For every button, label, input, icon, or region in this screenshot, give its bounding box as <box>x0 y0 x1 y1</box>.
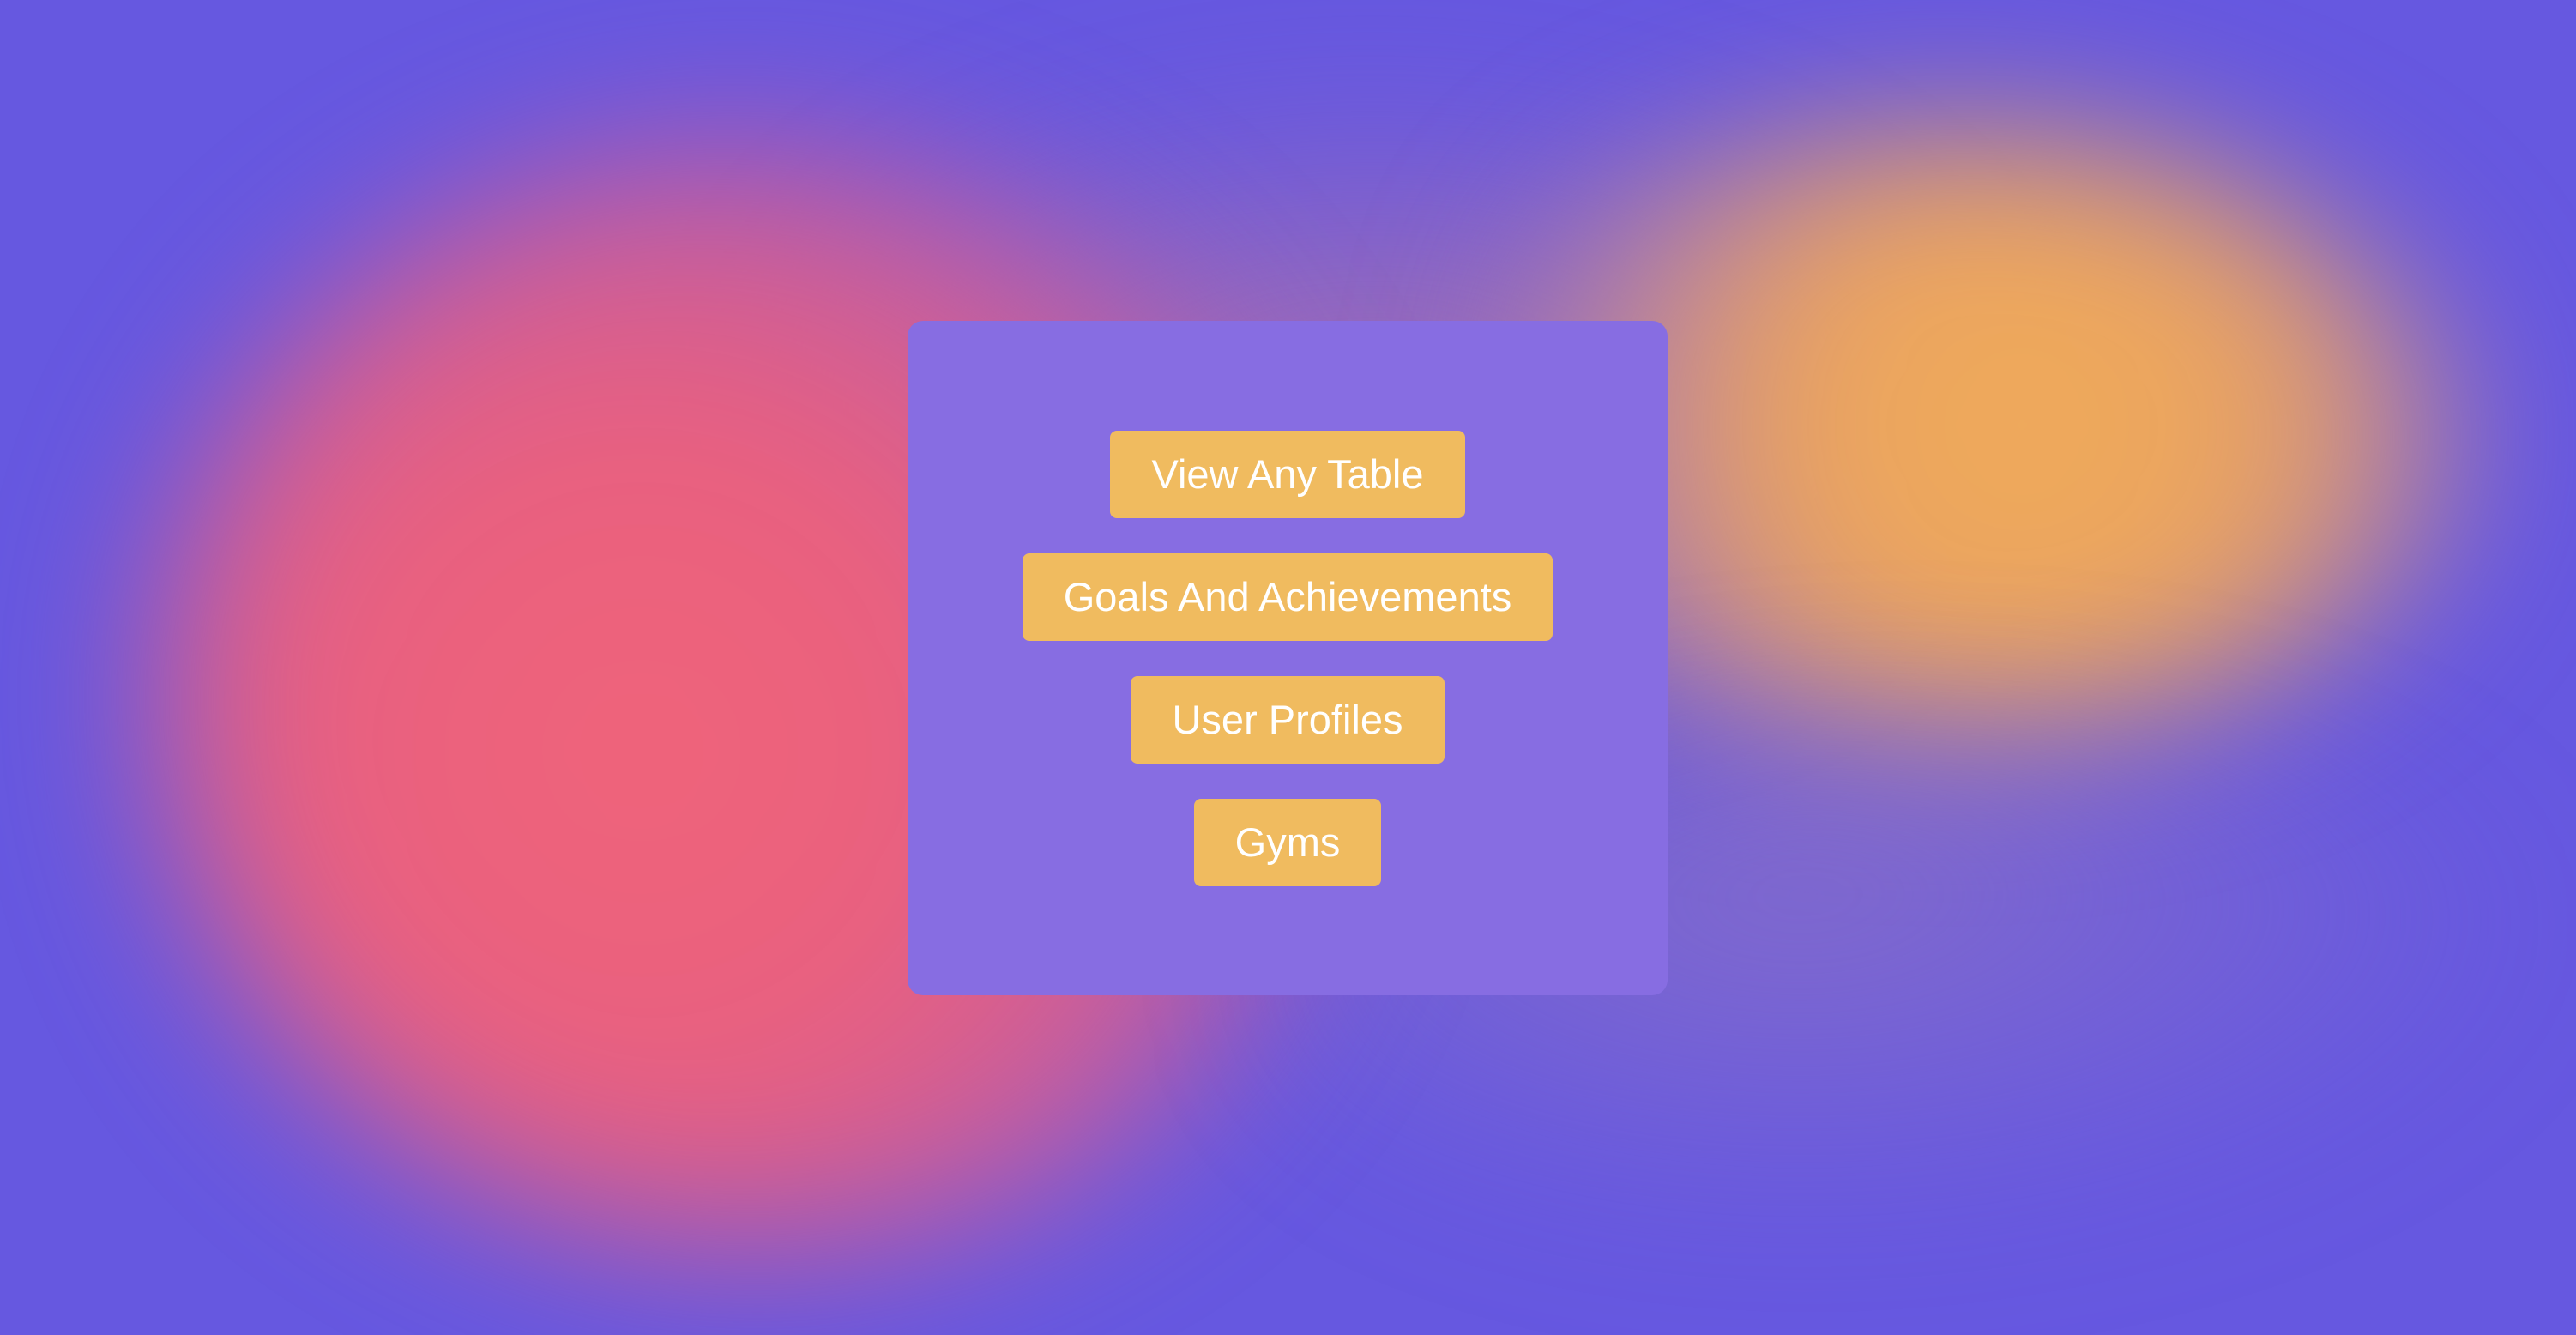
view-any-table-button[interactable]: View Any Table <box>1110 431 1465 518</box>
goals-and-achievements-button[interactable]: Goals And Achievements <box>1022 553 1553 641</box>
menu-panel: View Any Table Goals And Achievements Us… <box>908 321 1668 995</box>
user-profiles-button[interactable]: User Profiles <box>1131 676 1445 764</box>
gyms-button[interactable]: Gyms <box>1193 799 1382 886</box>
